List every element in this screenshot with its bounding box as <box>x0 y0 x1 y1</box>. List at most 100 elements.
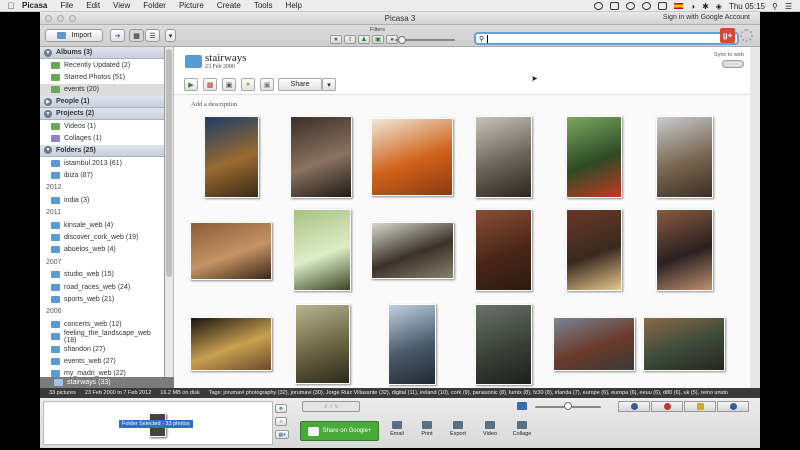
hold-button[interactable]: ❖ <box>275 404 287 413</box>
section-folders[interactable]: ▼ Folders (25) <box>40 144 164 157</box>
filter-slider-knob[interactable] <box>398 36 406 44</box>
people-filter-button[interactable]: ♟ <box>358 35 370 44</box>
sign-in-link[interactable]: Sign in with Google Account <box>663 14 750 21</box>
list-view-button[interactable]: ☰ <box>145 29 160 42</box>
selection-tray[interactable]: Folder Selected - 33 photos <box>43 401 273 445</box>
sidebar-item-sports[interactable]: sports_web (21) <box>40 293 164 305</box>
menu-app[interactable]: Picasa <box>22 1 47 10</box>
menu-tools[interactable]: Tools <box>254 1 273 10</box>
photo-thumbnail[interactable] <box>371 118 453 196</box>
sidebar-item-videos[interactable]: Videos (1) <box>40 120 164 132</box>
add-to-album-button[interactable]: ▦▾ <box>275 430 289 439</box>
menu-picture[interactable]: Picture <box>179 1 204 10</box>
section-people[interactable]: ▶ People (1) <box>40 96 164 109</box>
upload-tools[interactable]: ↺ ⇧ ↻ <box>302 401 360 412</box>
sidebar-item-recently-updated[interactable]: Recently Updated (2) <box>40 59 164 71</box>
volume-icon[interactable]: ◑ <box>690 2 695 11</box>
photo-thumbnail[interactable] <box>475 209 532 291</box>
photo-thumbnail[interactable] <box>566 116 622 198</box>
google-plus-icon[interactable]: g+ <box>720 28 735 43</box>
expand-icon[interactable]: ▶ <box>44 97 52 106</box>
sidebar-item-discover-cork[interactable]: discover_cork_web (19) <box>40 231 164 243</box>
sidebar-scrollbar[interactable] <box>165 47 174 388</box>
sidebar-item-ibiza[interactable]: ibiza (87) <box>40 169 164 181</box>
photo-thumbnail[interactable] <box>204 116 259 198</box>
photo-thumbnail[interactable] <box>388 304 436 385</box>
record-icon[interactable] <box>594 2 604 10</box>
photo-thumbnail[interactable] <box>656 116 713 198</box>
sidebar-item-shandon[interactable]: shandon (27) <box>40 343 164 355</box>
collapse-icon[interactable]: ▼ <box>44 109 52 118</box>
sidebar-scrollbar-thumb[interactable] <box>166 49 172 277</box>
share-on-google-plus-button[interactable]: Share on Google+ <box>300 421 379 441</box>
export-button[interactable]: Export <box>445 421 471 441</box>
save-button[interactable]: ▣ <box>260 78 274 91</box>
thumbnail-size-knob[interactable] <box>564 402 572 410</box>
clock[interactable]: Thu 05:15 <box>729 2 765 11</box>
list-icon[interactable]: ☰ <box>785 2 792 11</box>
sidebar-item-starred-photos[interactable]: Starred Photos (51) <box>40 71 164 83</box>
photo-thumbnail[interactable] <box>643 317 725 371</box>
share-button[interactable]: Share <box>278 78 322 91</box>
share-menu-button[interactable]: ▾ <box>322 78 336 91</box>
menu-folder[interactable]: Folder <box>143 1 166 10</box>
input-flag-icon[interactable] <box>674 3 684 9</box>
grid-view-button[interactable]: ▦ <box>129 29 144 42</box>
tags-panel-button[interactable] <box>684 401 716 412</box>
display-icon[interactable] <box>658 2 668 10</box>
add-description[interactable]: Add a description <box>191 101 237 108</box>
clear-button[interactable]: ○ <box>275 417 287 426</box>
menu-file[interactable]: File <box>60 1 73 10</box>
blog-button[interactable]: ● <box>241 78 255 91</box>
sidebar-item-events-web[interactable]: events_web (27) <box>40 355 164 367</box>
uploaded-filter-button[interactable]: ⇧ <box>344 35 356 44</box>
people-panel-button[interactable] <box>618 401 650 412</box>
sidebar-item-feeling-the-landscape[interactable]: feeling_the_landscape_web (18) <box>40 330 164 344</box>
sync-icon[interactable] <box>642 2 652 10</box>
sidebar-item-studio[interactable]: studio_web (15) <box>40 268 164 280</box>
sidebar-item-stairways[interactable]: stairways (33) <box>40 377 174 388</box>
sidebar-item-events[interactable]: events (20) <box>40 83 164 97</box>
photo-thumbnail[interactable] <box>290 116 352 198</box>
places-panel-button[interactable] <box>651 401 683 412</box>
battery-icon[interactable] <box>610 2 620 10</box>
menu-create[interactable]: Create <box>217 1 241 10</box>
photo-thumbnail[interactable] <box>656 209 713 291</box>
menu-help[interactable]: Help <box>286 1 302 10</box>
sidebar-item-india[interactable]: india (3) <box>40 194 164 206</box>
sidebar-item-istambul[interactable]: istambul 2013 (61) <box>40 157 164 169</box>
movie-filter-button[interactable]: ▣ <box>372 35 384 44</box>
collage-button[interactable]: Collage <box>509 421 535 441</box>
print-layout-button[interactable]: ▩ <box>203 78 217 91</box>
upload-button[interactable]: ➜ <box>110 29 125 42</box>
photo-thumbnail[interactable] <box>475 304 532 385</box>
email-button[interactable]: Email <box>384 421 410 441</box>
photo-thumbnail[interactable] <box>293 209 351 291</box>
section-albums[interactable]: ▼ Albums (3) <box>40 47 164 59</box>
starred-filter-button[interactable]: ★ <box>330 35 342 44</box>
photo-thumbnail[interactable] <box>566 209 622 291</box>
photo-thumbnail[interactable] <box>190 222 272 280</box>
photo-thumbnail[interactable] <box>190 317 272 371</box>
collapse-icon[interactable]: ▼ <box>44 48 52 57</box>
sidebar-item-collages[interactable]: Collages (1) <box>40 133 164 145</box>
photo-thumbnail[interactable] <box>371 222 454 279</box>
sync-toggle[interactable] <box>722 60 744 68</box>
menu-view[interactable]: View <box>113 1 130 10</box>
search-box[interactable]: ⚲ <box>474 32 739 45</box>
sidebar-item-concerts[interactable]: concerts_web (12) <box>40 318 164 330</box>
section-projects[interactable]: ▼ Projects (2) <box>40 108 164 121</box>
sidebar-item-abuelos[interactable]: abuelos_web (4) <box>40 244 164 256</box>
movie-button[interactable]: ▣ <box>222 78 236 91</box>
play-slideshow-button[interactable]: ▶ <box>184 78 198 91</box>
photo-thumbnail[interactable] <box>295 304 350 384</box>
bluetooth-icon[interactable]: ✱ <box>702 2 709 11</box>
chat-icon[interactable] <box>626 2 636 10</box>
wifi-icon[interactable]: ◈ <box>716 2 722 11</box>
album-date[interactable]: 23 Feb 2000 <box>205 64 235 70</box>
info-panel-button[interactable] <box>717 401 749 412</box>
sidebar-item-road-races[interactable]: road_races_web (24) <box>40 281 164 293</box>
photo-thumbnail[interactable] <box>553 317 635 371</box>
apple-icon[interactable]:  <box>0 1 22 11</box>
photo-thumbnail[interactable] <box>475 116 532 198</box>
